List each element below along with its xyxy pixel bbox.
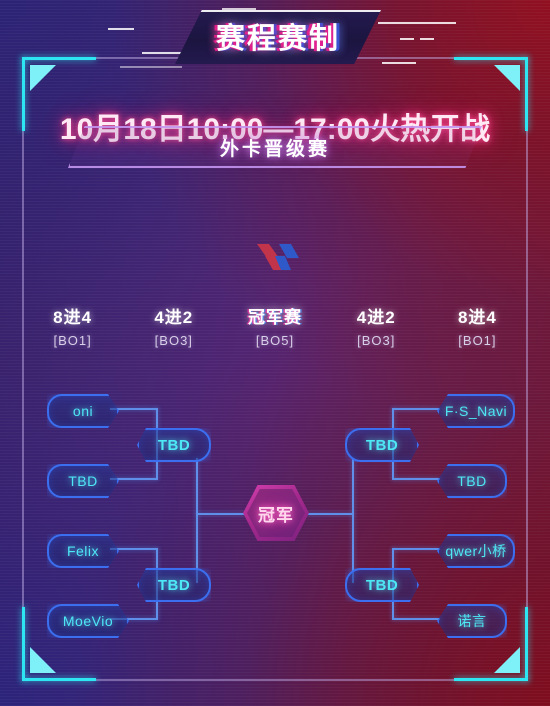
- banner-deco-dash-right-4: [382, 62, 416, 64]
- team-name: oni: [72, 403, 94, 419]
- champion-badge[interactable]: 冠军: [243, 485, 309, 541]
- bracket-team-right-qf-4[interactable]: 诺言: [437, 604, 507, 638]
- title-banner: 赛程赛制: [0, 8, 550, 68]
- banner-deco-dash-right-2: [400, 38, 414, 40]
- bracket-team-left-qf-1[interactable]: oni: [47, 394, 119, 428]
- champion-label: 冠军: [258, 505, 294, 525]
- banner-deco-dash-left-1: [108, 28, 134, 30]
- connector-right-qf3: [392, 548, 440, 550]
- team-name: Felix: [66, 543, 100, 559]
- bracket-team-left-sf-1[interactable]: TBD: [137, 428, 211, 462]
- team-name: TBD: [457, 473, 487, 489]
- bracket-team-right-sf-1[interactable]: TBD: [345, 428, 419, 462]
- tournament-schedule-poster: 赛程赛制 10月18日10:00—17:00火热开战 外卡晋级赛: [0, 0, 550, 706]
- bracket-team-right-qf-1[interactable]: F·S_Navi: [437, 394, 515, 428]
- banner-deco-dash-left-3: [120, 66, 182, 68]
- bracket-team-right-qf-3[interactable]: qwer小桥: [437, 534, 515, 568]
- bracket-team-right-qf-2[interactable]: TBD: [437, 464, 507, 498]
- connector-right-to-final: [306, 513, 354, 515]
- banner-deco-dash-right-3: [420, 38, 434, 40]
- connector-right-qf1: [392, 408, 440, 410]
- tournament-bracket: oni TBD Felix MoeVio TBD TBD F·S_Navi TB…: [0, 0, 550, 706]
- bracket-team-left-qf-3[interactable]: Felix: [47, 534, 119, 568]
- bracket-team-left-qf-2[interactable]: TBD: [47, 464, 119, 498]
- connector-right-semis-vertical: [352, 458, 354, 583]
- team-name: TBD: [365, 436, 399, 454]
- bracket-team-left-sf-2[interactable]: TBD: [137, 568, 211, 602]
- bracket-team-left-qf-4[interactable]: MoeVio: [47, 604, 129, 638]
- team-name: 诺言: [457, 613, 487, 629]
- connector-left-to-final: [196, 513, 246, 515]
- connector-left-semis-vertical: [196, 458, 198, 583]
- banner-deco-dash-right-1: [378, 22, 456, 24]
- team-name: TBD: [157, 576, 191, 594]
- team-name: TBD: [68, 473, 98, 489]
- team-name: TBD: [365, 576, 399, 594]
- page-title: 赛程赛制: [215, 23, 340, 55]
- team-name: TBD: [157, 436, 191, 454]
- team-name: qwer小桥: [445, 543, 507, 559]
- bracket-team-right-sf-2[interactable]: TBD: [345, 568, 419, 602]
- connector-right-qf4: [392, 618, 440, 620]
- team-name: F·S_Navi: [444, 403, 508, 419]
- team-name: MoeVio: [62, 613, 114, 629]
- connector-right-qf2: [392, 478, 440, 480]
